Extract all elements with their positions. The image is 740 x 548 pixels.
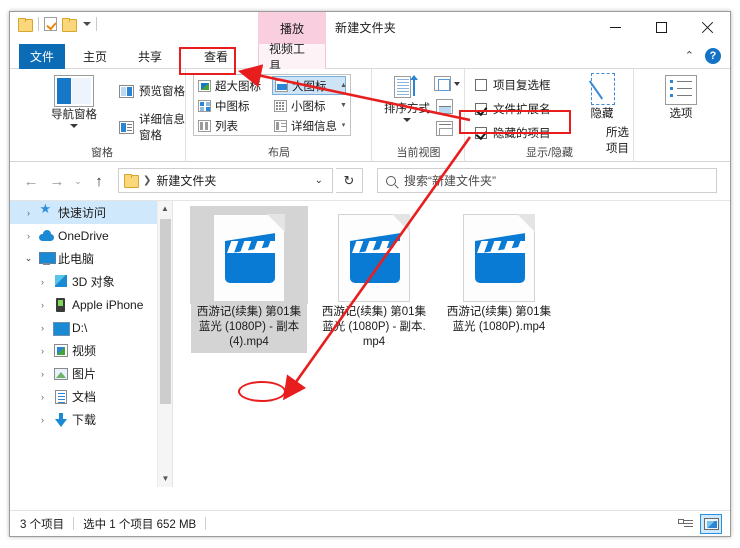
annotation-arrows (237, 64, 472, 401)
screenshot-root: 播放 新建文件夹 文件 主页 共享 查看 视频工具 ⌃ ? 导航窗格 预览窗格 … (0, 0, 740, 548)
